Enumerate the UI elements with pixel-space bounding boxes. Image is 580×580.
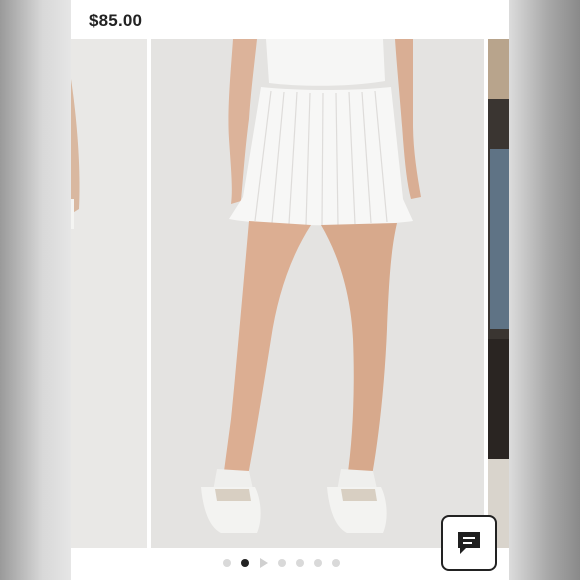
next-slide-photo [488, 39, 509, 548]
carousel-dot-2-active[interactable] [241, 559, 249, 567]
blurred-background-left [0, 0, 71, 580]
carousel-dot-4[interactable] [278, 559, 286, 567]
carousel-dot-6[interactable] [314, 559, 322, 567]
product-screen: $85.00 [71, 0, 509, 580]
chat-bubble-icon [458, 532, 480, 554]
carousel-slide-previous[interactable] [71, 39, 147, 548]
carousel-indicators [71, 556, 340, 570]
skirt-model-photo [151, 39, 484, 548]
play-icon[interactable] [260, 558, 268, 568]
carousel-slide-next[interactable] [488, 39, 509, 548]
carousel-dot-7[interactable] [332, 559, 340, 567]
blurred-background-right [509, 0, 580, 580]
carousel-slide-main[interactable] [151, 39, 484, 548]
image-carousel[interactable] [71, 39, 509, 548]
carousel-dot-1[interactable] [223, 559, 231, 567]
previous-slide-photo [71, 39, 147, 548]
chat-button[interactable] [441, 515, 497, 571]
carousel-dot-5[interactable] [296, 559, 304, 567]
product-price: $85.00 [89, 11, 143, 30]
